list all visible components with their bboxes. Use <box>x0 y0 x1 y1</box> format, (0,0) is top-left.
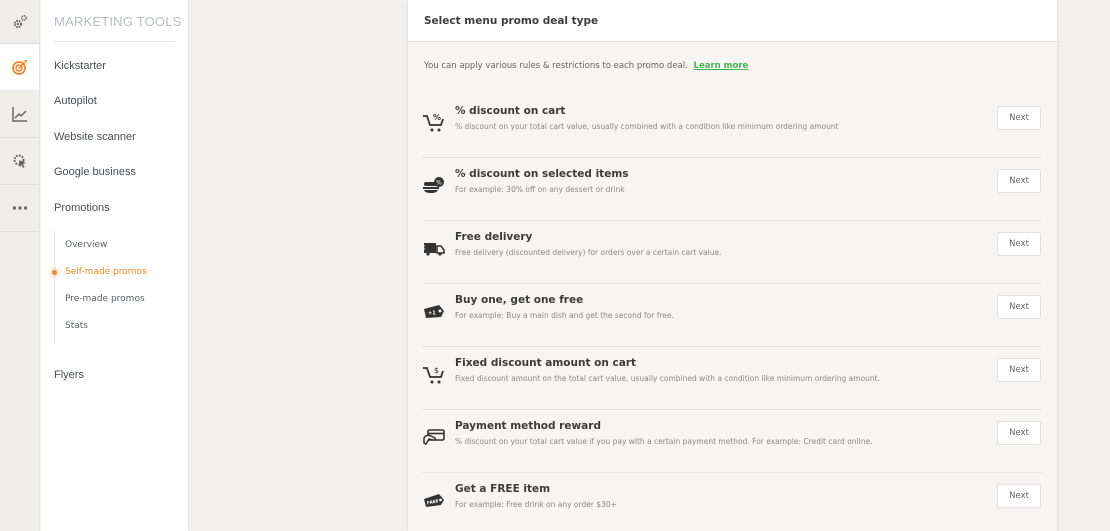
next-button[interactable]: Next <box>997 106 1041 130</box>
intro-text: You can apply various rules & restrictio… <box>424 61 688 71</box>
icon-rail <box>0 0 40 531</box>
svg-text:+1: +1 <box>428 311 436 317</box>
deal-title: Get a FREE item <box>455 483 551 495</box>
more-dots-icon <box>12 206 27 210</box>
deal-title: Fixed discount amount on cart <box>455 357 636 369</box>
submenu-item-pre-made-promos[interactable]: Pre-made promos <box>55 286 188 313</box>
submenu-item-label: Pre-made promos <box>65 294 145 304</box>
cart-dollar-icon: $ <box>423 366 444 384</box>
submenu-item-stats[interactable]: Stats <box>55 313 188 340</box>
deal-description: For example: 30% off on any dessert or d… <box>455 185 625 194</box>
deal-description: Fixed discount amount on the total cart … <box>455 374 881 383</box>
sidebar-item-website-scanner[interactable]: Website scanner <box>41 119 188 155</box>
deal-description: % discount on your total cart value if y… <box>455 437 873 446</box>
active-indicator-dot <box>52 269 57 275</box>
sidebar-item-flyers[interactable]: Flyers <box>41 358 188 394</box>
deal-option-fixed-discount: $ Fixed discount amount on cart Fixed di… <box>422 347 1041 410</box>
next-button[interactable]: Next <box>997 358 1041 382</box>
rail-item-settings[interactable] <box>0 0 39 44</box>
next-button[interactable]: Next <box>997 232 1041 256</box>
deal-title: Buy one, get one free <box>455 294 584 306</box>
deal-title: % discount on cart <box>455 105 566 117</box>
svg-text:%: % <box>436 180 442 187</box>
deal-option-free-item: FREE Get a FREE item For example: Free d… <box>422 473 1041 531</box>
svg-text:%: % <box>433 113 441 122</box>
deal-description: % discount on your total cart value, usu… <box>455 122 839 131</box>
deal-title: Payment method reward <box>455 420 601 432</box>
promo-deal-type-panel: Select menu promo deal type You can appl… <box>408 0 1057 531</box>
panel-intro: You can apply various rules & restrictio… <box>408 42 1057 95</box>
gears-icon <box>13 14 27 28</box>
submenu-item-overview[interactable]: Overview <box>55 232 188 259</box>
sidebar: MARKETING TOOLS Kickstarter Autopilot We… <box>41 0 188 531</box>
deal-option-bogo: +1 Buy one, get one free For example: Bu… <box>422 284 1041 347</box>
rail-item-marketing[interactable] <box>0 44 39 91</box>
payment-card-icon <box>423 429 445 445</box>
deal-description: For example: Free drink on any order $30… <box>455 500 617 509</box>
next-button[interactable]: Next <box>997 169 1041 193</box>
sidebar-title: MARKETING TOOLS <box>54 14 182 29</box>
food-percent-icon: % <box>423 177 444 193</box>
deal-description: Free delivery (discounted delivery) for … <box>455 248 722 257</box>
next-button[interactable]: Next <box>997 421 1041 445</box>
deal-title: % discount on selected items <box>455 168 629 180</box>
deal-option-percent-items: % % discount on selected items For examp… <box>422 158 1041 221</box>
sidebar-item-promotions[interactable]: Promotions <box>41 190 188 226</box>
panel-title: Select menu promo deal type <box>408 0 1057 42</box>
submenu-item-label: Stats <box>65 321 88 331</box>
chart-line-icon <box>11 107 27 122</box>
cursor-click-icon <box>13 154 26 168</box>
rail-item-more[interactable] <box>0 185 39 232</box>
rail-item-analytics[interactable] <box>0 91 39 138</box>
rail-item-automation[interactable] <box>0 138 39 185</box>
sidebar-item-kickstarter[interactable]: Kickstarter <box>41 48 188 84</box>
sidebar-item-autopilot[interactable]: Autopilot <box>41 84 188 120</box>
target-icon <box>11 60 27 75</box>
promotions-submenu: Overview Self-made promos Pre-made promo… <box>52 227 188 344</box>
deal-description: For example: Buy a main dish and get the… <box>455 311 674 320</box>
sidebar-divider <box>54 41 175 42</box>
plus-one-tag-icon: +1 <box>424 305 444 318</box>
delivery-truck-icon <box>422 243 445 256</box>
submenu-item-self-made-promos[interactable]: Self-made promos <box>52 259 188 286</box>
cart-percent-icon: % <box>423 113 444 132</box>
learn-more-link[interactable]: Learn more <box>694 61 749 71</box>
next-button[interactable]: Next <box>997 484 1041 508</box>
free-tag-icon: FREE <box>424 494 444 507</box>
submenu-item-label: Overview <box>65 240 108 250</box>
next-button[interactable]: Next <box>997 295 1041 319</box>
sidebar-item-google-business[interactable]: Google business <box>41 155 188 191</box>
svg-text:$: $ <box>434 366 439 375</box>
deal-option-free-delivery: Free delivery Free delivery (discounted … <box>422 221 1041 284</box>
deal-title: Free delivery <box>455 231 533 243</box>
deal-option-payment-reward: Payment method reward % discount on your… <box>422 410 1041 473</box>
submenu-item-label: Self-made promos <box>65 267 147 277</box>
deal-option-percent-cart: % % discount on cart % discount on your … <box>422 95 1041 158</box>
